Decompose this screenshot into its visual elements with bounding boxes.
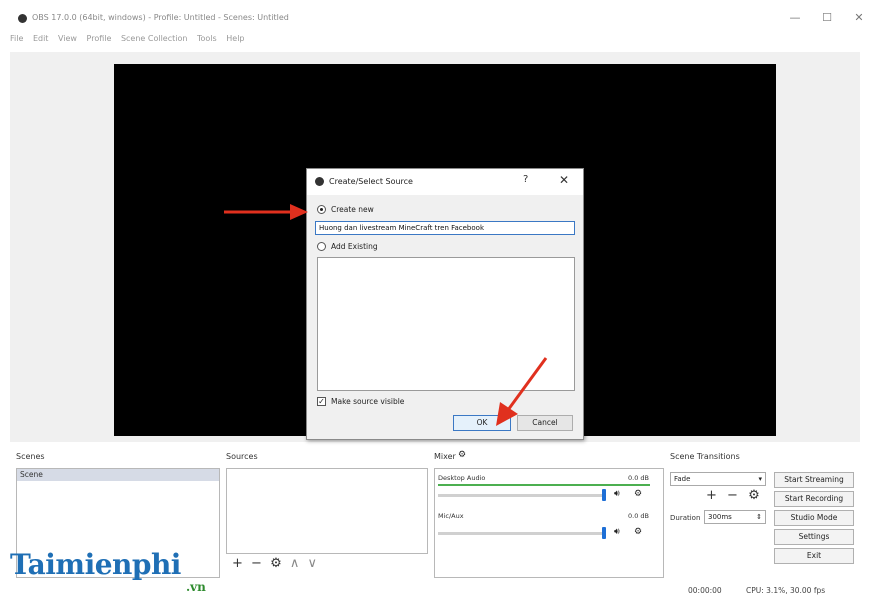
transition-toolbar: + − ⚙: [706, 488, 760, 503]
mic-aux-slider-thumb[interactable]: [602, 527, 606, 539]
sources-list[interactable]: [226, 468, 428, 554]
add-existing-radio[interactable]: [317, 242, 326, 251]
source-properties-gear-icon[interactable]: ⚙: [270, 556, 282, 571]
desktop-audio-label: Desktop Audio: [438, 474, 486, 482]
duration-spinbox[interactable]: 300ms ⇕: [704, 510, 766, 524]
move-down-icon[interactable]: ∨: [308, 556, 318, 571]
transition-gear-icon[interactable]: ⚙: [748, 488, 760, 503]
desktop-audio-db: 0.0 dB: [628, 474, 649, 482]
chevron-down-icon: ▾: [758, 475, 762, 483]
watermark-logo: Taimienphi: [10, 548, 181, 581]
mic-aux-gear-icon[interactable]: ⚙: [634, 527, 642, 537]
menu-tools[interactable]: Tools: [197, 34, 217, 43]
create-new-label: Create new: [331, 205, 374, 214]
window-title: OBS 17.0.0 (64bit, windows) - Profile: U…: [32, 13, 289, 22]
settings-button[interactable]: Settings: [774, 529, 854, 545]
transition-select-value: Fade: [674, 475, 691, 483]
status-time: 00:00:00: [688, 586, 722, 595]
mixer-gear-icon[interactable]: ⚙: [458, 450, 466, 460]
transition-select[interactable]: Fade ▾: [670, 472, 766, 486]
watermark-suffix: .vn: [186, 580, 206, 594]
start-streaming-button[interactable]: Start Streaming: [774, 472, 854, 488]
mic-aux-slider[interactable]: [438, 532, 602, 535]
menu-help[interactable]: Help: [226, 34, 244, 43]
source-name-input[interactable]: [315, 221, 575, 235]
desktop-audio-speaker-icon[interactable]: 🔊︎: [614, 489, 620, 499]
move-up-icon[interactable]: ∧: [290, 556, 300, 571]
add-source-button[interactable]: +: [232, 556, 243, 571]
menu-scene-collection[interactable]: Scene Collection: [121, 34, 188, 43]
obs-logo-icon: [315, 177, 324, 186]
make-visible-checkbox[interactable]: ✓: [317, 397, 326, 406]
dialog-titlebar: Create/Select Source ? ✕: [307, 169, 583, 195]
scene-item[interactable]: Scene: [17, 469, 219, 481]
remove-source-button[interactable]: −: [251, 556, 262, 571]
desktop-audio-slider-thumb[interactable]: [602, 489, 606, 501]
duration-label: Duration: [670, 514, 701, 522]
sources-label: Sources: [226, 452, 258, 461]
menu-edit[interactable]: Edit: [33, 34, 49, 43]
spin-arrows-icon[interactable]: ⇕: [756, 511, 762, 523]
maximize-button[interactable]: ☐: [818, 10, 836, 26]
scenes-label: Scenes: [16, 452, 45, 461]
scene-transitions-label: Scene Transitions: [670, 452, 740, 461]
studio-mode-button[interactable]: Studio Mode: [774, 510, 854, 526]
red-arrow-right-icon: [224, 204, 308, 220]
add-existing-label: Add Existing: [331, 242, 378, 251]
remove-transition-button[interactable]: −: [727, 488, 738, 503]
close-button[interactable]: ✕: [850, 10, 868, 26]
help-button[interactable]: ?: [523, 174, 528, 185]
start-recording-button[interactable]: Start Recording: [774, 491, 854, 507]
menu-file[interactable]: File: [10, 34, 23, 43]
menu-bar: File Edit View Profile Scene Collection …: [10, 34, 252, 50]
exit-button[interactable]: Exit: [774, 548, 854, 564]
make-visible-label: Make source visible: [331, 397, 405, 406]
minimize-button[interactable]: —: [786, 10, 804, 26]
mixer-label: Mixer: [434, 452, 456, 461]
menu-profile[interactable]: Profile: [87, 34, 112, 43]
mic-aux-db: 0.0 dB: [628, 512, 649, 520]
status-cpu: CPU: 3.1%, 30.00 fps: [746, 586, 826, 595]
desktop-audio-slider[interactable]: [438, 494, 602, 497]
duration-value: 300ms: [708, 513, 732, 521]
desktop-audio-gear-icon[interactable]: ⚙: [634, 489, 642, 499]
add-transition-button[interactable]: +: [706, 488, 717, 503]
red-arrow-down-left-icon: [496, 357, 548, 426]
window-titlebar: OBS 17.0.0 (64bit, windows) - Profile: U…: [0, 0, 870, 34]
mic-aux-speaker-icon[interactable]: 🔊︎: [614, 527, 620, 537]
sources-toolbar: + − ⚙ ∧ ∨: [232, 556, 321, 571]
menu-view[interactable]: View: [58, 34, 77, 43]
obs-logo-icon: [18, 14, 27, 23]
mic-aux-label: Mic/Aux: [438, 512, 464, 520]
dialog-close-button[interactable]: ✕: [559, 173, 569, 187]
desktop-audio-meter: [438, 484, 650, 486]
dialog-title: Create/Select Source: [329, 177, 413, 186]
create-new-radio[interactable]: [317, 205, 326, 214]
